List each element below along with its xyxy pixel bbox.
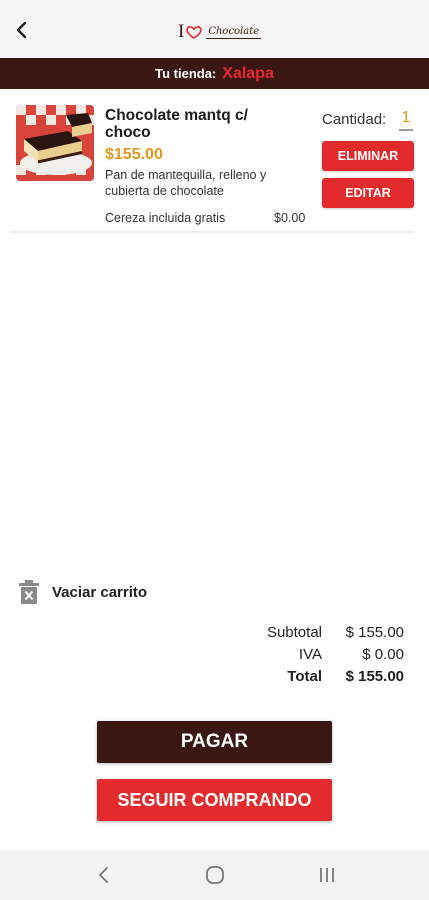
subtotal-label: Subtotal bbox=[266, 623, 322, 641]
store-label: Tu tienda: bbox=[155, 66, 217, 81]
iva-label: IVA bbox=[298, 645, 322, 663]
cart-item: Chocolate mantq c/ choco $155.00 Pan de … bbox=[10, 97, 414, 233]
quantity-label: Cantidad: bbox=[322, 111, 387, 128]
system-nav-bar bbox=[0, 850, 429, 900]
store-bar: Tu tienda: Xalapa bbox=[0, 58, 429, 89]
continue-shopping-button[interactable]: SEGUIR COMPRANDO bbox=[97, 779, 332, 821]
trash-icon bbox=[19, 580, 39, 604]
total-row: Total $ 155.00 bbox=[230, 665, 404, 687]
heart-icon bbox=[186, 26, 203, 39]
subtotal-row: Subtotal $ 155.00 bbox=[230, 621, 404, 643]
clear-cart-button[interactable]: Vaciar carrito bbox=[18, 579, 147, 605]
pay-button[interactable]: PAGAR bbox=[97, 721, 332, 763]
logo-script: Chocolate bbox=[206, 25, 262, 39]
brand-logo: I Chocolate bbox=[178, 20, 262, 44]
extra-price: $0.00 bbox=[274, 211, 306, 225]
total-label: Total bbox=[287, 667, 322, 685]
remove-button[interactable]: ELIMINAR bbox=[322, 141, 414, 171]
product-price: $155.00 bbox=[105, 146, 163, 163]
edit-button[interactable]: EDITAR bbox=[322, 178, 414, 208]
extra-label: Cereza incluida gratis bbox=[105, 211, 226, 225]
app-bar: I Chocolate bbox=[0, 0, 429, 58]
product-description: Pan de mantequilla, relleno y cubierta d… bbox=[105, 168, 267, 198]
quantity-field[interactable]: 1 bbox=[399, 109, 413, 131]
order-totals: Subtotal $ 155.00 IVA $ 0.00 Total $ 155… bbox=[230, 621, 404, 687]
product-image bbox=[16, 105, 94, 181]
subtotal-value: $ 155.00 bbox=[345, 623, 404, 641]
logo-i: I bbox=[178, 21, 185, 42]
nav-home-icon[interactable] bbox=[204, 864, 226, 886]
nav-back-icon[interactable] bbox=[93, 864, 115, 886]
total-value: $ 155.00 bbox=[345, 667, 404, 685]
store-name[interactable]: Xalapa bbox=[222, 65, 274, 83]
back-arrow-icon[interactable] bbox=[10, 18, 34, 42]
clear-cart-label: Vaciar carrito bbox=[52, 583, 148, 601]
iva-row: IVA $ 0.00 bbox=[230, 643, 404, 665]
nav-recents-icon[interactable] bbox=[316, 864, 338, 886]
iva-value: $ 0.00 bbox=[362, 645, 404, 663]
product-name: Chocolate mantq c/ choco bbox=[105, 107, 248, 141]
